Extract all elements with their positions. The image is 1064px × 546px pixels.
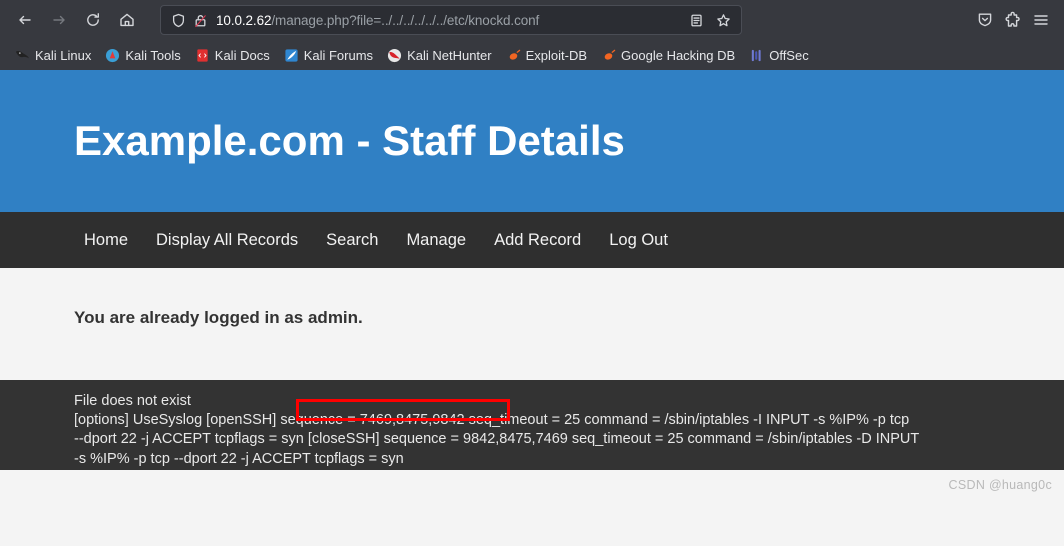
shield-icon[interactable] [171,13,186,28]
bookmark-kali-nethunter[interactable]: Kali NetHunter [380,45,499,66]
address-bar-right-icons [681,13,735,28]
kali-forums-icon [285,48,298,62]
google-hacking-db-icon [604,49,616,60]
bookmark-label: Kali Tools [125,47,181,63]
bookmark-label: Kali NetHunter [407,47,492,63]
kali-dragon-icon [15,50,30,58]
browser-chrome: 10.0.2.62/manage.php?file=../../../../..… [0,0,1064,70]
bookmark-label: Exploit-DB [525,47,588,63]
bookmarks-bar: Kali Linux Kali Tools Kali Docs Kali For… [0,40,1064,70]
reader-view-icon[interactable] [689,13,704,28]
watermark: CSDN @huang0c [948,478,1052,492]
nav-item-display-all-records[interactable]: Display All Records [142,225,312,256]
bookmark-exploit-db[interactable]: Exploit-DB [499,45,594,66]
downloads-icon[interactable] [976,11,994,29]
footer-line-4: -s %IP% -p tcp --dport 22 -j ACCEPT tcpf… [74,450,404,467]
bookmark-kali-tools[interactable]: Kali Tools [98,45,187,66]
bookmark-label: OffSec [769,47,809,63]
bookmark-offsec[interactable]: OffSec [742,45,816,66]
footer-line-3: --dport 22 -j ACCEPT tcpflags = syn [clo… [74,431,920,448]
footer-line-1: File does not exist [74,393,191,409]
login-status-message: You are already logged in as admin. [74,308,363,327]
home-button[interactable] [112,6,142,34]
browser-right-toolbar [976,11,1054,29]
site-navigation: Home Display All Records Search Manage A… [0,212,1064,268]
browser-toolbar: 10.0.2.62/manage.php?file=../../../../..… [0,0,1064,40]
page-title: Example.com - Staff Details [74,117,625,164]
bookmark-kali-forums[interactable]: Kali Forums [277,45,380,66]
back-arrow-icon [19,15,31,25]
offsec-icon [752,49,761,61]
forward-button[interactable] [44,6,74,34]
address-bar-left-icons [167,13,216,28]
bookmark-google-hacking-db[interactable]: Google Hacking DB [594,45,742,66]
page-footer: File does not exist [options] UseSyslog … [0,380,1064,492]
footer-line-2: [options] UseSyslog [openSSH] sequence =… [74,412,910,429]
back-button[interactable] [10,6,40,34]
nav-item-manage[interactable]: Manage [392,225,480,256]
kali-docs-icon [197,48,208,62]
page-bottom-strip [0,470,1064,497]
extensions-puzzle-icon[interactable] [1004,11,1022,29]
bookmark-label: Kali Forums [303,47,374,63]
kali-tools-icon [106,48,120,62]
exploit-db-icon [509,49,520,60]
nav-item-add-record[interactable]: Add Record [480,225,595,256]
address-bar[interactable]: 10.0.2.62/manage.php?file=../../../../..… [160,5,742,35]
bookmark-kali-docs[interactable]: Kali Docs [188,45,277,66]
url-host: 10.0.2.62 [216,12,272,28]
url-path: /manage.php?file=../../../../../../etc/k… [271,12,540,28]
file-output-text: File does not exist [options] UseSyslog … [74,392,1014,469]
site-header: Example.com - Staff Details [0,70,1064,212]
nav-item-search[interactable]: Search [312,225,392,256]
bookmark-label: Google Hacking DB [621,47,736,63]
kali-nethunter-icon [388,48,402,62]
reload-button[interactable] [78,6,108,34]
home-icon [120,13,134,27]
reload-icon [87,13,99,26]
main-content: You are already logged in as admin. [0,268,1064,380]
broken-lock-icon[interactable] [193,13,208,28]
bookmark-label: Kali Docs [214,47,270,63]
web-page: Example.com - Staff Details Home Display… [0,70,1064,497]
nav-item-home[interactable]: Home [74,225,142,256]
bookmark-star-icon[interactable] [716,13,731,28]
url-text[interactable]: 10.0.2.62/manage.php?file=../../../../..… [216,13,681,28]
hamburger-menu-icon[interactable] [1032,11,1050,29]
forward-arrow-icon [53,15,65,25]
nav-item-log-out[interactable]: Log Out [595,225,682,256]
bookmark-label: Kali Linux [35,47,92,63]
bookmark-kali-linux[interactable]: Kali Linux [8,45,98,66]
